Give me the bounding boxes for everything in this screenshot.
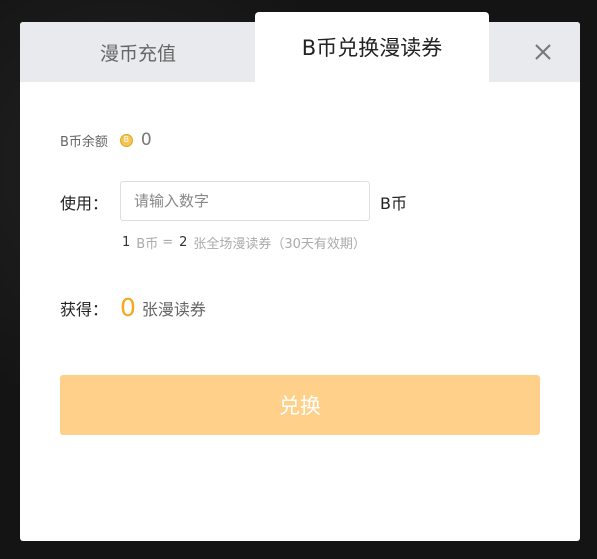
balance-value: 0 [140, 130, 152, 150]
balance-label: B币余额 [60, 134, 108, 150]
close-button[interactable] [530, 39, 556, 65]
b-coin-icon: B [119, 133, 133, 147]
exchange-dialog: 漫币充值 B币兑换漫读券 B币余额 B 0 使用： B币 1 B币 = 2 张全… [20, 12, 580, 541]
rate-left-num: 1 [122, 235, 131, 250]
tab-recharge[interactable]: 漫币充值 [20, 22, 256, 82]
rate-left-unit: B币 [136, 237, 159, 252]
exchange-rate-info: 1 B币 = 2 张全场漫读券（30天有效期） [118, 233, 368, 252]
use-label: 使用： [60, 194, 109, 213]
get-label: 获得： [60, 299, 109, 319]
rate-right-text: 张全场漫读券（30天有效期） [193, 237, 366, 252]
get-row: 获得： 0 张漫读券 [60, 293, 206, 322]
rate-equals: = [162, 235, 174, 250]
balance-row: B币余额 B 0 [60, 130, 152, 150]
close-icon [535, 44, 551, 60]
unit-label: B币 [380, 194, 407, 213]
exchange-button[interactable]: 兑换 [60, 375, 540, 435]
amount-input[interactable] [120, 181, 370, 221]
rate-right-num: 2 [179, 235, 188, 250]
tab-exchange[interactable]: B币兑换漫读券 [255, 12, 489, 82]
get-count: 0 [120, 293, 136, 322]
get-unit: 张漫读券 [141, 299, 206, 319]
